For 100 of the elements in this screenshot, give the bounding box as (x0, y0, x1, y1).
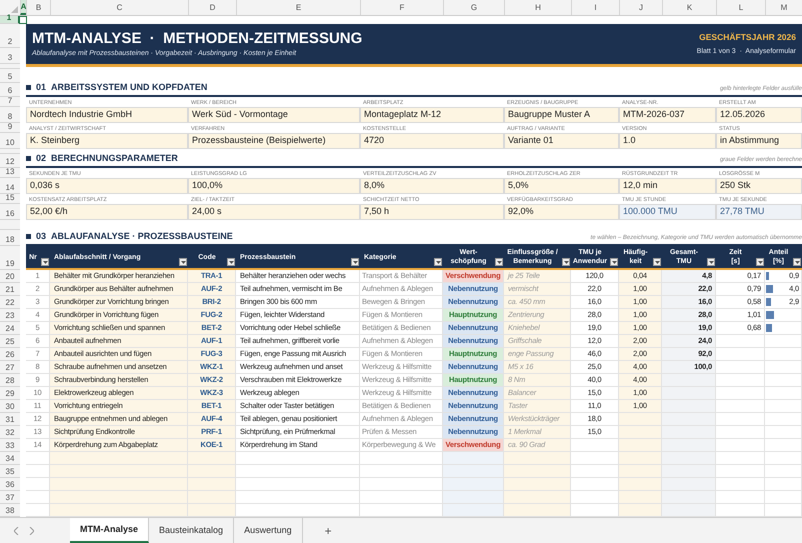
input-field[interactable]: 12.05.2026 (716, 107, 802, 123)
input-field[interactable]: 7,50 h (360, 204, 504, 220)
column-header[interactable]: I (571, 0, 619, 15)
input-field[interactable]: 0,036 s (26, 178, 188, 194)
input-field[interactable]: K. Steinberg (26, 133, 188, 149)
row-header[interactable]: 33 (0, 439, 20, 452)
row-header[interactable]: 1 (0, 16, 20, 24)
input-field[interactable]: 250 Stk (716, 178, 802, 194)
filter-dropdown-button[interactable] (707, 258, 715, 266)
table-cell (716, 348, 765, 361)
table-cell (716, 387, 765, 400)
table-cell (662, 452, 716, 465)
input-field[interactable]: Prozessbausteine (Beispielwerte) (188, 133, 360, 149)
row-header[interactable]: 28 (0, 374, 20, 387)
input-field[interactable]: 12,0 min (619, 178, 716, 194)
chevron-left-icon[interactable] (14, 526, 19, 534)
column-header[interactable]: B (26, 0, 50, 15)
table-cell (716, 335, 765, 348)
row-header[interactable]: 6 (0, 83, 20, 97)
filter-dropdown-button[interactable] (227, 258, 235, 266)
column-header[interactable]: K (662, 0, 716, 15)
row-header[interactable]: 36 (0, 478, 20, 491)
row-header[interactable]: 34 (0, 452, 20, 465)
table-cell (716, 413, 765, 426)
column-header[interactable]: M (765, 0, 802, 15)
input-field[interactable]: MTM-2026-037 (619, 107, 716, 123)
column-header[interactable]: D (188, 0, 236, 15)
row-header[interactable]: 16 (0, 204, 20, 220)
filter-dropdown-button[interactable] (756, 258, 764, 266)
filter-dropdown-button[interactable] (653, 258, 661, 266)
row-header[interactable]: 15 (0, 194, 20, 204)
row-header[interactable]: 29 (0, 387, 20, 400)
row-header[interactable]: 35 (0, 465, 20, 478)
chevron-right-icon[interactable] (29, 526, 34, 534)
row-header[interactable]: 8 (0, 107, 20, 123)
column-header[interactable]: F (360, 0, 443, 15)
input-field[interactable]: Montageplatz M-12 (360, 107, 504, 123)
filter-dropdown-button[interactable] (793, 258, 801, 266)
row-header[interactable]: 37 (0, 491, 20, 504)
column-header[interactable]: E (236, 0, 360, 15)
share-cell (765, 348, 802, 361)
selected-cell[interactable] (19, 16, 27, 24)
input-field[interactable]: Baugruppe Muster A (504, 107, 619, 123)
input-field[interactable]: Variante 01 (504, 133, 619, 149)
input-field[interactable]: 24,00 s (188, 204, 360, 220)
section-number: 03 (36, 230, 46, 242)
row-header[interactable]: 25 (0, 335, 20, 348)
filter-dropdown-button[interactable] (495, 258, 503, 266)
row-header[interactable]: 22 (0, 296, 20, 309)
column-header[interactable]: L (716, 0, 765, 15)
column-header[interactable]: H (504, 0, 571, 15)
input-field[interactable]: 5,0% (504, 178, 619, 194)
input-field[interactable]: 100,0% (188, 178, 360, 194)
input-field[interactable]: 1.0 (619, 133, 716, 149)
row-header[interactable]: 32 (0, 426, 20, 439)
filter-dropdown-button[interactable] (351, 258, 359, 266)
column-header[interactable]: A (20, 0, 26, 15)
row-header[interactable]: 21 (0, 283, 20, 296)
input-field[interactable]: 8,0% (360, 178, 504, 194)
chevron-down-icon (612, 260, 616, 264)
column-header[interactable]: J (619, 0, 662, 15)
input-field[interactable]: 92,0% (504, 204, 619, 220)
input-field[interactable]: 4720 (360, 133, 504, 149)
row-header[interactable]: 2 (0, 24, 20, 48)
filter-dropdown-button[interactable] (562, 258, 570, 266)
filter-dropdown-button[interactable] (434, 258, 442, 266)
input-field[interactable]: in Abstimmung (716, 133, 802, 149)
row-header[interactable]: 20 (0, 270, 20, 283)
table-cell (443, 491, 504, 504)
row-header[interactable]: 31 (0, 413, 20, 426)
row-header[interactable]: 27 (0, 361, 20, 374)
filter-dropdown-button[interactable] (610, 258, 618, 266)
column-header[interactable]: C (50, 0, 188, 15)
row-header[interactable]: 19 (0, 246, 20, 270)
filter-dropdown-button[interactable] (41, 258, 49, 266)
row-header[interactable]: 24 (0, 322, 20, 335)
row-header[interactable]: 18 (0, 230, 20, 246)
add-sheet-button[interactable]: + (320, 522, 336, 540)
sheet-tab[interactable]: Auswertung (234, 518, 303, 543)
chevron-down-icon (228, 260, 234, 264)
table-cell (571, 439, 619, 452)
row-header[interactable]: 23 (0, 309, 20, 322)
row-header[interactable]: 14 (0, 178, 20, 194)
row-header[interactable]: 10 (0, 133, 20, 149)
column-header[interactable]: G (443, 0, 504, 15)
row-header[interactable]: 13 (0, 168, 20, 178)
row-header[interactable]: 9 (0, 123, 20, 133)
row-header[interactable]: 7 (0, 97, 20, 107)
row-header[interactable]: 12 (0, 154, 20, 168)
row-header[interactable]: 30 (0, 400, 20, 413)
input-field[interactable]: 52,00 €/h (26, 204, 188, 220)
sheet-tab[interactable]: Bausteinkatalog (149, 518, 234, 543)
row-header[interactable]: 38 (0, 504, 20, 517)
row-header[interactable]: 3 (0, 48, 20, 64)
row-header[interactable]: 26 (0, 348, 20, 361)
filter-dropdown-button[interactable] (179, 258, 187, 266)
row-header[interactable]: 5 (0, 69, 20, 83)
input-field[interactable]: Nordtech Industrie GmbH (26, 107, 188, 123)
sheet-tab[interactable]: MTM-Analyse (70, 518, 150, 543)
input-field[interactable]: Werk Süd - Vormontage (188, 107, 360, 123)
